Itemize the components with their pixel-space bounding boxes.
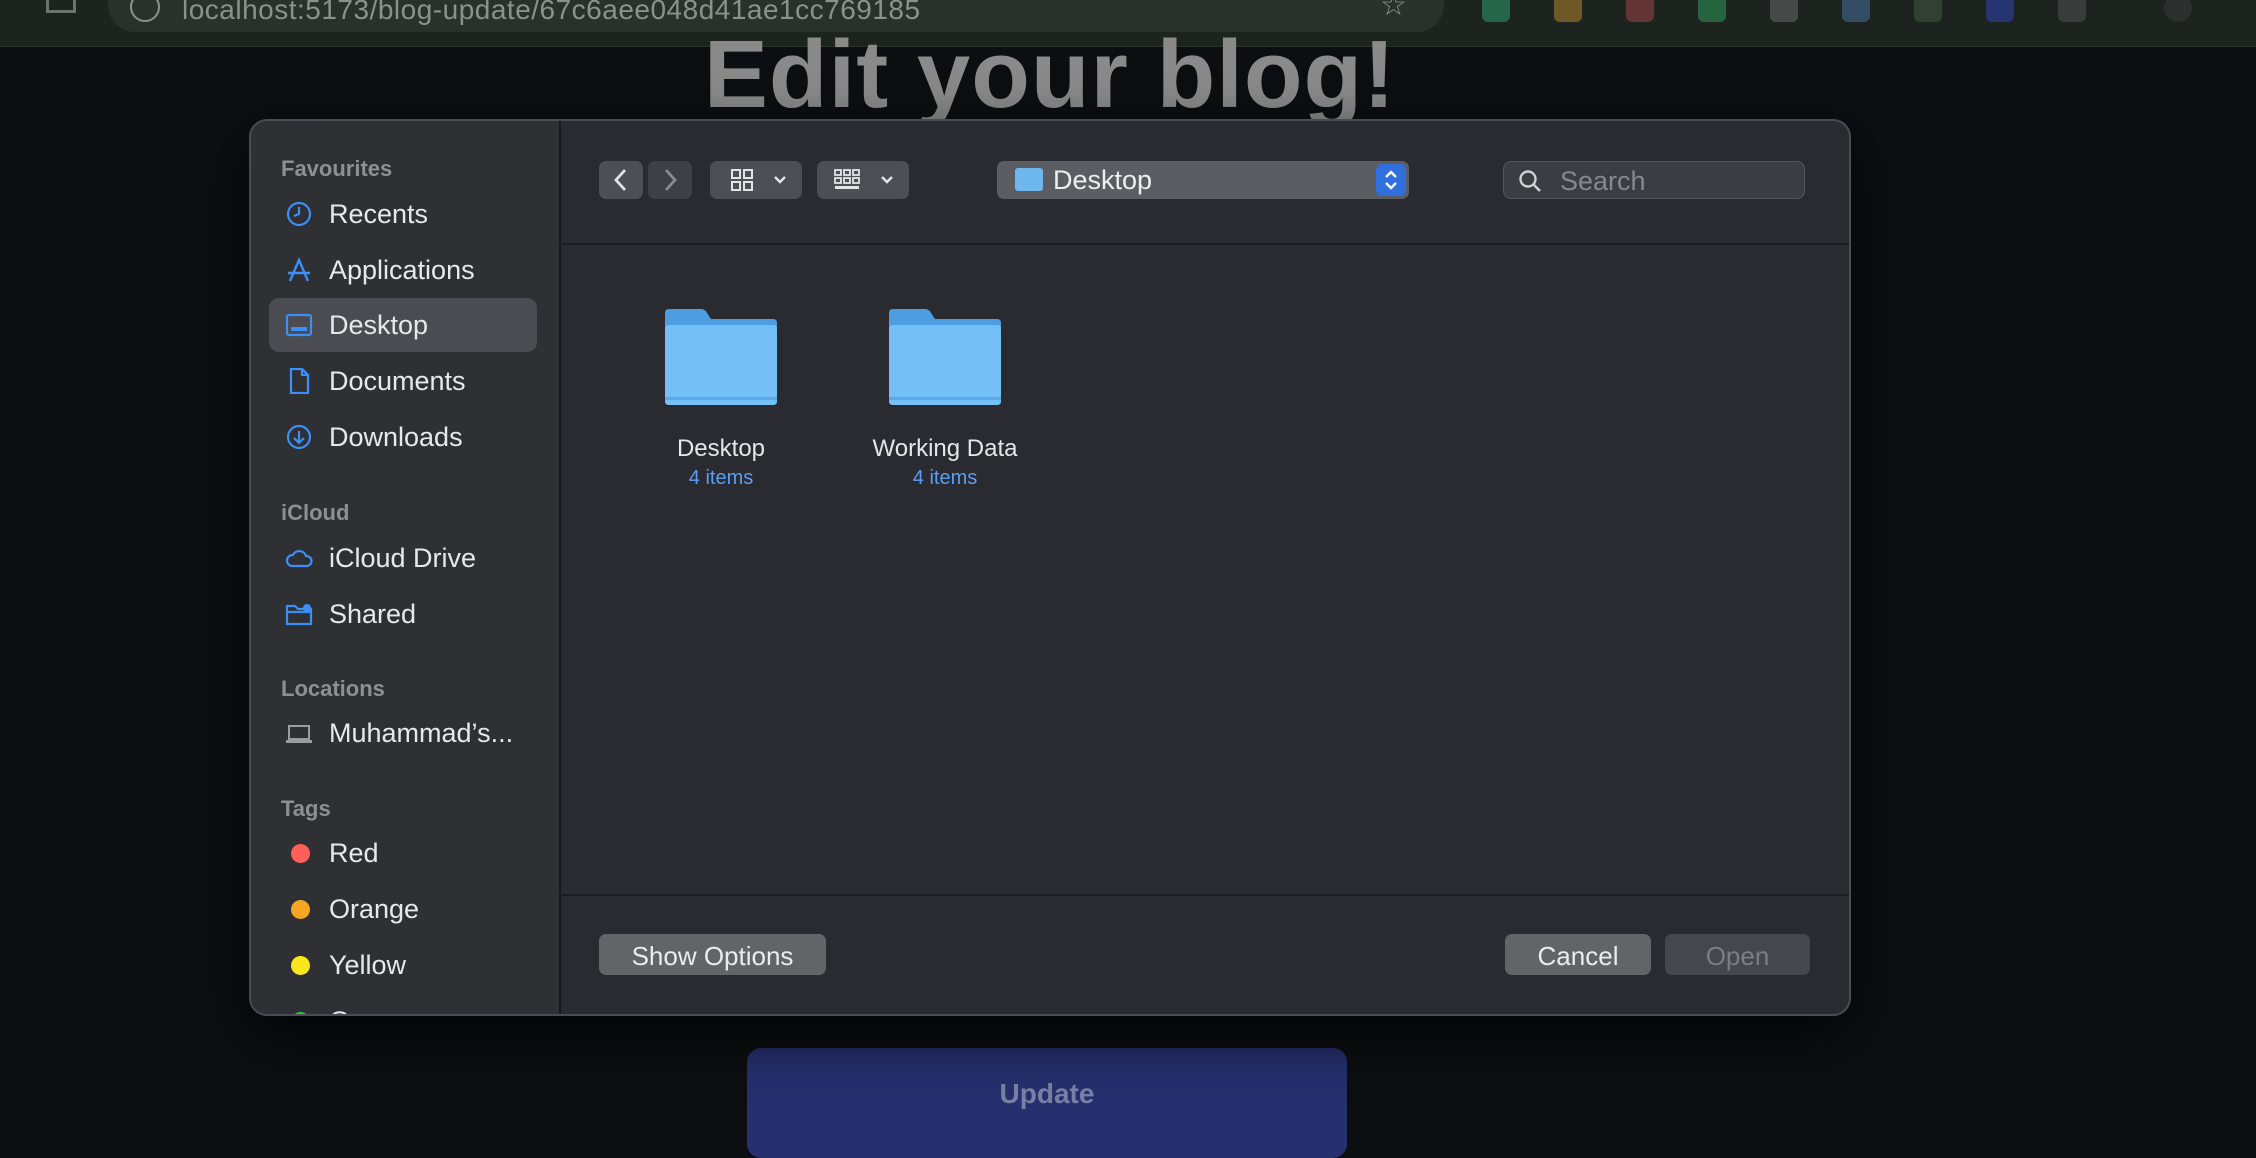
sidebar-item-label: Muhammad’s... <box>329 718 514 748</box>
forward-button[interactable] <box>648 161 692 199</box>
orange-tag-dot-icon <box>291 900 310 919</box>
footer-divider <box>559 894 1849 896</box>
icon-grid-icon <box>731 169 786 191</box>
desktop-icon <box>285 313 313 337</box>
sidebar-item-label: iCloud Drive <box>329 543 477 573</box>
sidebar-item-recents[interactable]: Recents <box>269 187 537 241</box>
search-icon <box>1519 170 1541 192</box>
sidebar-item-computer[interactable]: Muhammad’s... <box>269 706 537 760</box>
sidebar-tag-green[interactable]: Green <box>269 994 537 1014</box>
update-button-label: Update <box>999 1078 1095 1109</box>
home-icon[interactable] <box>46 0 76 13</box>
chevron-left-icon <box>614 169 627 191</box>
download-icon <box>286 424 312 450</box>
extension-icon[interactable] <box>1554 0 1582 22</box>
locations-heading: Locations <box>281 676 385 701</box>
green-tag-dot-icon <box>291 1012 310 1014</box>
red-tag-dot-icon <box>291 844 310 863</box>
extension-icon[interactable] <box>1914 0 1942 22</box>
sidebar-item-label: Recents <box>329 199 429 229</box>
sidebar-tag-yellow[interactable]: Yellow <box>269 938 537 992</box>
sidebar-item-label: Downloads <box>329 422 463 452</box>
folder-icon <box>1015 168 1043 191</box>
extension-icon[interactable] <box>1698 0 1726 22</box>
sidebar-tag-orange[interactable]: Orange <box>269 882 537 936</box>
cancel-label: Cancel <box>1537 941 1619 971</box>
sidebar-item-downloads[interactable]: Downloads <box>269 410 537 464</box>
group-by-button[interactable] <box>817 161 909 199</box>
profile-avatar[interactable] <box>2164 0 2192 22</box>
file-open-dialog: Favourites Recents Applications Desktop … <box>249 119 1851 1016</box>
sidebar-tag-red[interactable]: Red <box>269 826 537 880</box>
show-options-label: Show Options <box>631 941 794 971</box>
extension-icon[interactable] <box>1842 0 1870 22</box>
laptop-icon <box>286 725 312 743</box>
dialog-sidebar: Favourites Recents Applications Desktop … <box>251 121 561 1014</box>
folder-icon <box>889 309 1001 405</box>
sidebar-item-label: Orange <box>329 894 420 924</box>
update-button[interactable]: Update <box>747 1048 1347 1158</box>
open-label: Open <box>1705 941 1770 971</box>
extension-icon[interactable] <box>2058 0 2086 22</box>
sidebar-item-label: Desktop <box>329 310 429 340</box>
favourites-heading: Favourites <box>281 156 393 181</box>
sidebar-item-shared[interactable]: Shared <box>269 587 537 641</box>
applications-icon <box>288 257 310 282</box>
cloud-icon <box>285 549 313 568</box>
page-title: Edit your blog! <box>703 21 1397 128</box>
file-item-working-data-folder[interactable]: Working Data 4 items <box>840 307 1040 507</box>
popup-stepper-icon <box>1376 164 1406 196</box>
shared-folder-icon <box>285 604 313 626</box>
file-item-desktop-folder[interactable]: Desktop 4 items <box>616 307 816 507</box>
extension-icon[interactable] <box>1986 0 2014 22</box>
sidebar-item-label: Shared <box>329 599 417 629</box>
sidebar-item-desktop[interactable]: Desktop <box>269 298 537 352</box>
extension-icon[interactable] <box>1770 0 1798 22</box>
back-button[interactable] <box>599 161 643 199</box>
document-icon <box>289 368 310 394</box>
view-mode-button[interactable] <box>710 161 802 199</box>
cancel-button[interactable]: Cancel <box>1505 934 1651 975</box>
location-popup[interactable]: Desktop <box>997 161 1409 199</box>
sidebar-item-label: Documents <box>329 366 466 396</box>
file-item-count: 4 items <box>688 467 754 489</box>
sidebar-item-label: Yellow <box>329 950 407 980</box>
file-name: Working Data <box>872 435 1018 462</box>
file-item-count: 4 items <box>912 467 978 489</box>
extension-icon[interactable] <box>1626 0 1654 22</box>
clock-icon <box>286 201 312 227</box>
icloud-heading: iCloud <box>281 500 350 525</box>
search-field <box>1503 161 1805 199</box>
sidebar-item-label: Green <box>329 1006 404 1014</box>
sidebar-item-documents[interactable]: Documents <box>269 354 537 408</box>
show-options-button[interactable]: Show Options <box>599 934 826 975</box>
file-name: Desktop <box>676 435 766 462</box>
tags-heading: Tags <box>281 796 331 821</box>
sidebar-item-applications[interactable]: Applications <box>269 243 537 297</box>
sidebar-item-label: Applications <box>329 255 475 285</box>
chevron-right-icon <box>664 169 677 191</box>
folder-icon <box>665 309 777 405</box>
sidebar-item-label: Red <box>329 838 379 868</box>
group-grid-icon <box>834 169 893 189</box>
location-label: Desktop <box>1053 165 1153 195</box>
toolbar-divider <box>559 243 1849 245</box>
sidebar-item-icloud-drive[interactable]: iCloud Drive <box>269 531 537 585</box>
extension-icon[interactable] <box>1482 0 1510 22</box>
yellow-tag-dot-icon <box>291 956 310 975</box>
search-input[interactable] <box>1558 164 1792 198</box>
open-button[interactable]: Open <box>1665 934 1810 975</box>
